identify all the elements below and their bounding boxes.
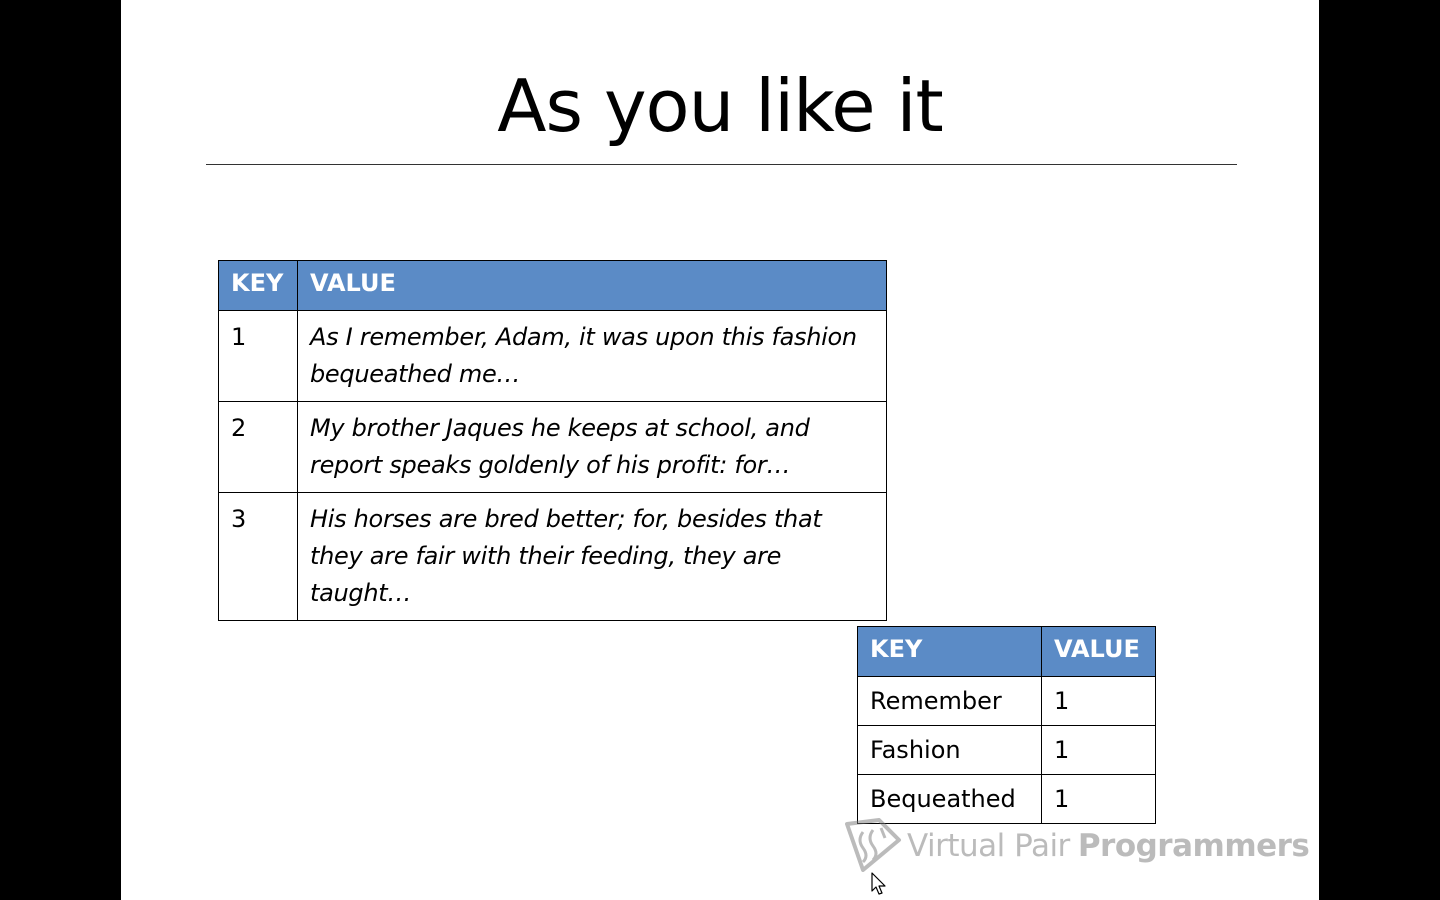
table-row: Bequeathed 1 — [857, 774, 1156, 824]
value-column-header: VALUE — [297, 260, 887, 311]
value-cell: His horses are bred better; for, besides… — [297, 492, 887, 621]
table-row: 1 As I remember, Adam, it was upon this … — [218, 310, 887, 402]
presentation-viewer: As you like it KEY VALUE 1 As I remember… — [0, 0, 1440, 900]
watermark-text-light: Virtual Pair — [907, 828, 1070, 864]
mouse-pointer-icon — [871, 872, 886, 895]
watermark-text-bold: Programmers — [1077, 828, 1310, 864]
slide-title: As you like it — [497, 64, 943, 148]
value-cell: 1 — [1041, 725, 1156, 775]
table-row: Fashion 1 — [857, 725, 1156, 775]
title-divider — [206, 164, 1237, 165]
value-column-header: VALUE — [1041, 626, 1156, 677]
table-header-row: KEY VALUE — [857, 626, 1156, 677]
table-header-row: KEY VALUE — [218, 260, 887, 311]
value-cell: 1 — [1041, 676, 1156, 726]
word-count-table: KEY VALUE Remember 1 Fashion 1 Bequeathe… — [857, 626, 1156, 824]
table-row: Remember 1 — [857, 676, 1156, 726]
value-cell: 1 — [1041, 774, 1156, 824]
watermark-text: Virtual Pair Programmers — [907, 828, 1310, 864]
key-cell: Remember — [857, 676, 1042, 726]
key-value-table: KEY VALUE 1 As I remember, Adam, it was … — [218, 260, 887, 621]
table-row: 2 My brother Jaques he keeps at school, … — [218, 401, 887, 493]
key-column-header: KEY — [218, 260, 298, 311]
key-cell: Bequeathed — [857, 774, 1042, 824]
value-cell: My brother Jaques he keeps at school, an… — [297, 401, 887, 493]
value-cell: As I remember, Adam, it was upon this fa… — [297, 310, 887, 402]
table-row: 3 His horses are bred better; for, besid… — [218, 492, 887, 621]
watermark: Virtual Pair Programmers — [843, 818, 1310, 874]
key-column-header: KEY — [857, 626, 1042, 677]
key-cell: 1 — [218, 310, 298, 402]
vpp-logo-icon — [845, 818, 901, 872]
slide: As you like it KEY VALUE 1 As I remember… — [121, 0, 1319, 900]
key-cell: 2 — [218, 401, 298, 493]
key-cell: Fashion — [857, 725, 1042, 775]
key-cell: 3 — [218, 492, 298, 621]
